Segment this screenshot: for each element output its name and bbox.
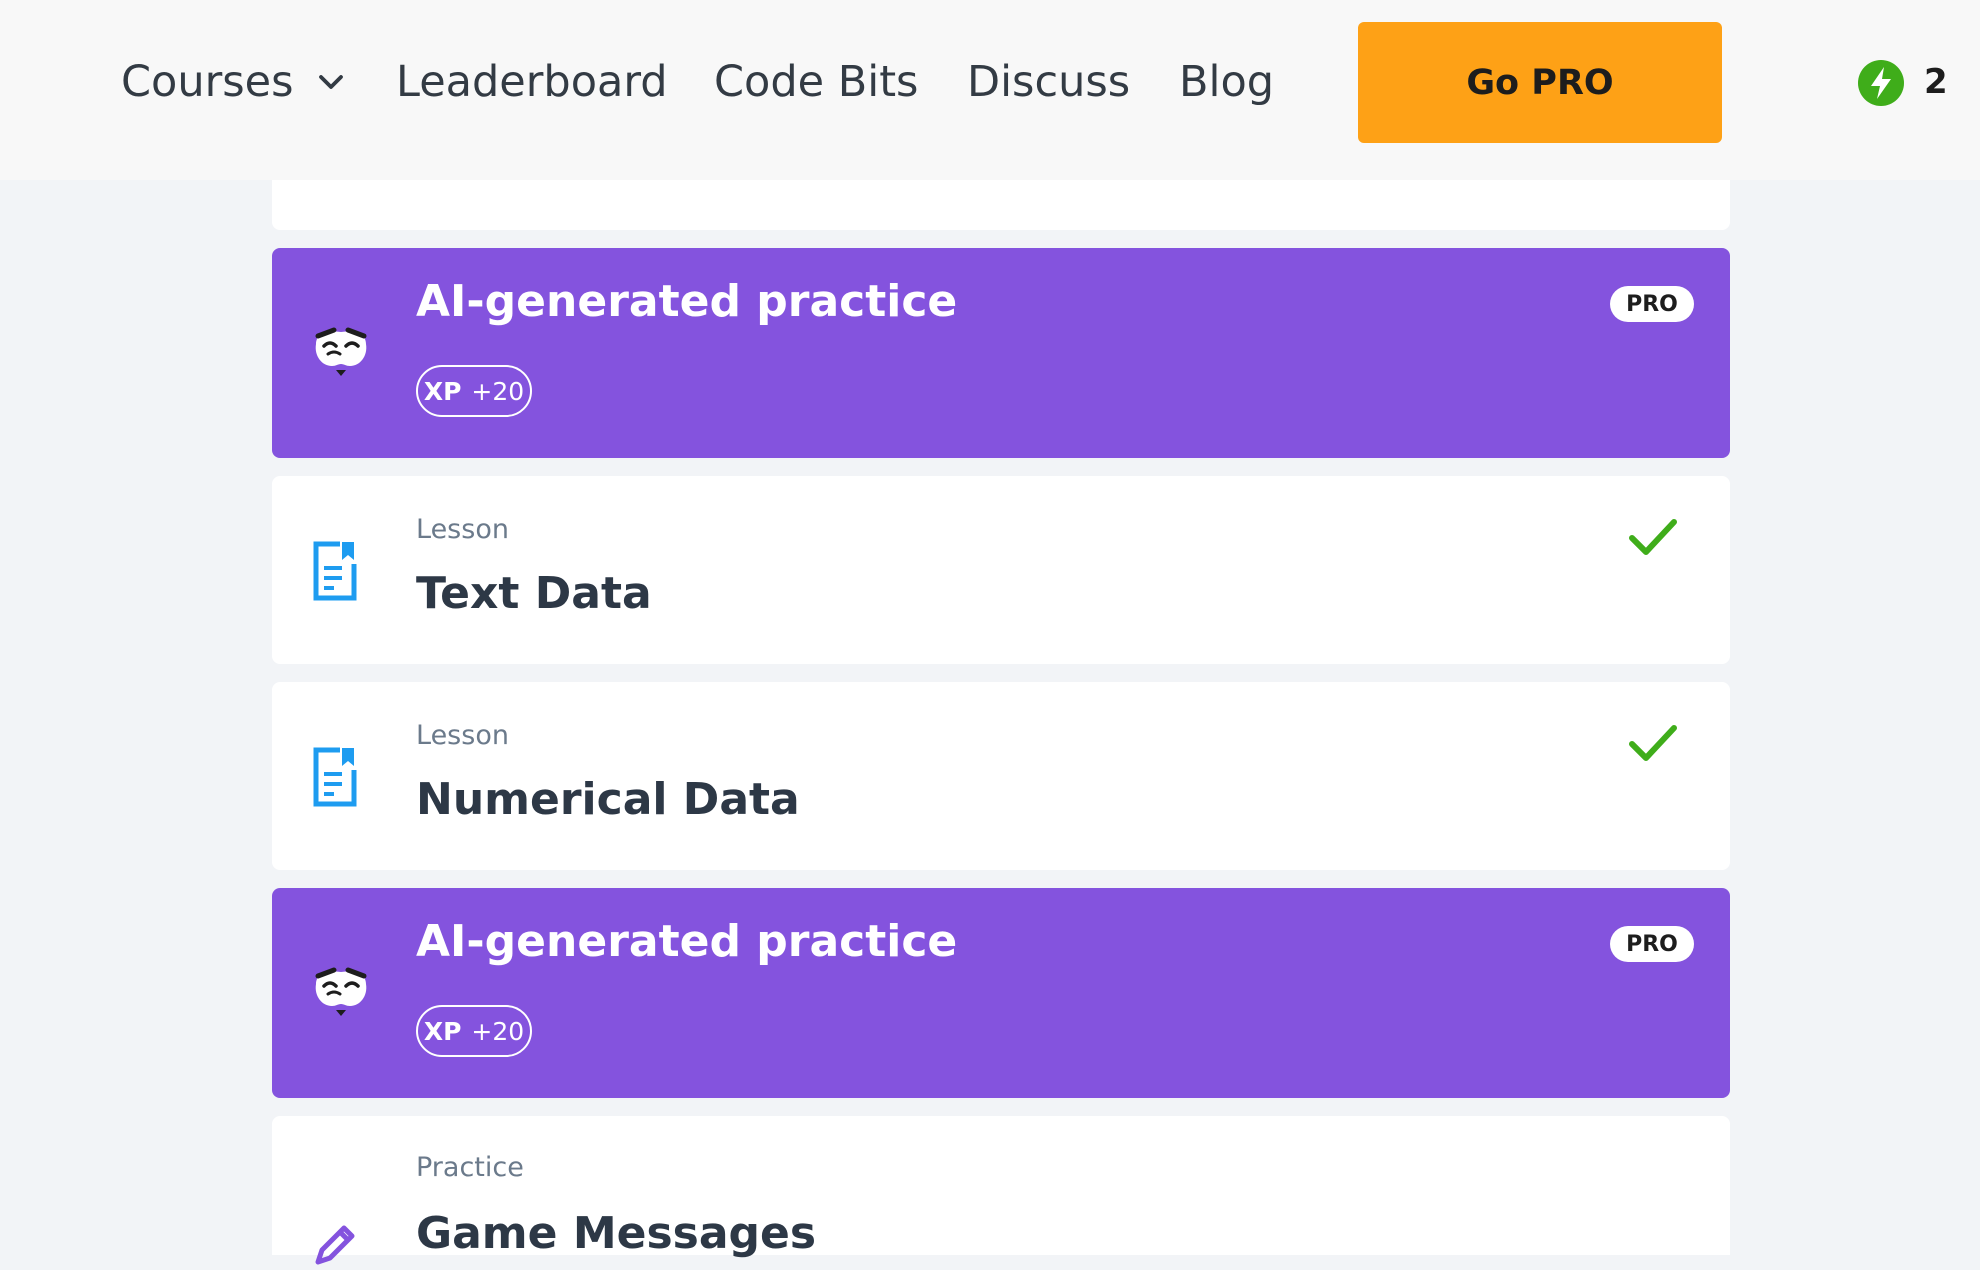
nav-discuss[interactable]: Discuss bbox=[967, 57, 1130, 107]
pencil-icon bbox=[315, 1225, 355, 1265]
check-icon bbox=[1629, 725, 1677, 761]
lesson-card[interactable]: Lesson Text Data bbox=[272, 476, 1730, 664]
top-navbar: Courses Leaderboard Code Bits Discuss Bl… bbox=[0, 0, 1980, 180]
xp-pill: XP +20 bbox=[416, 365, 532, 417]
card-title: AI-generated practice bbox=[416, 276, 958, 327]
nav-leaderboard[interactable]: Leaderboard bbox=[396, 57, 668, 107]
pro-badge: PRO bbox=[1610, 926, 1694, 962]
ai-practice-icon bbox=[315, 967, 367, 1016]
go-pro-button[interactable]: Go PRO bbox=[1358, 22, 1722, 143]
xp-value: +20 bbox=[471, 1016, 525, 1046]
xp-label: XP bbox=[423, 1016, 462, 1046]
xp-pill: XP +20 bbox=[416, 1005, 532, 1057]
lesson-card[interactable]: Lesson Numerical Data bbox=[272, 682, 1730, 870]
practice-card[interactable]: Practice Game Messages bbox=[272, 1116, 1730, 1265]
bolt-count: 2 bbox=[1924, 62, 1948, 102]
nav-courses[interactable]: Courses bbox=[121, 57, 346, 107]
chevron-down-icon bbox=[318, 75, 343, 89]
bolt-icon[interactable] bbox=[1858, 60, 1904, 106]
card-title: Game Messages bbox=[416, 1208, 817, 1259]
xp-value: +20 bbox=[471, 376, 525, 406]
card-kind: Lesson bbox=[416, 720, 509, 751]
card-title: AI-generated practice bbox=[416, 916, 958, 967]
nav-blog[interactable]: Blog bbox=[1179, 57, 1274, 107]
lesson-icon bbox=[313, 747, 357, 807]
card-title: Text Data bbox=[416, 568, 652, 619]
lesson-icon bbox=[313, 541, 357, 601]
card-kind: Lesson bbox=[416, 514, 509, 545]
ai-practice-icon bbox=[315, 327, 367, 376]
card-title: Numerical Data bbox=[416, 774, 800, 825]
check-icon bbox=[1629, 519, 1677, 555]
nav-code-bits[interactable]: Code Bits bbox=[714, 57, 918, 107]
card-kind: Practice bbox=[416, 1152, 524, 1183]
nav-courses-label: Courses bbox=[121, 57, 294, 107]
xp-label: XP bbox=[423, 376, 462, 406]
pro-badge: PRO bbox=[1610, 286, 1694, 322]
ai-practice-card[interactable]: AI-generated practice XP +20 PRO bbox=[272, 248, 1730, 458]
ai-practice-card[interactable]: AI-generated practice XP +20 PRO bbox=[272, 888, 1730, 1098]
